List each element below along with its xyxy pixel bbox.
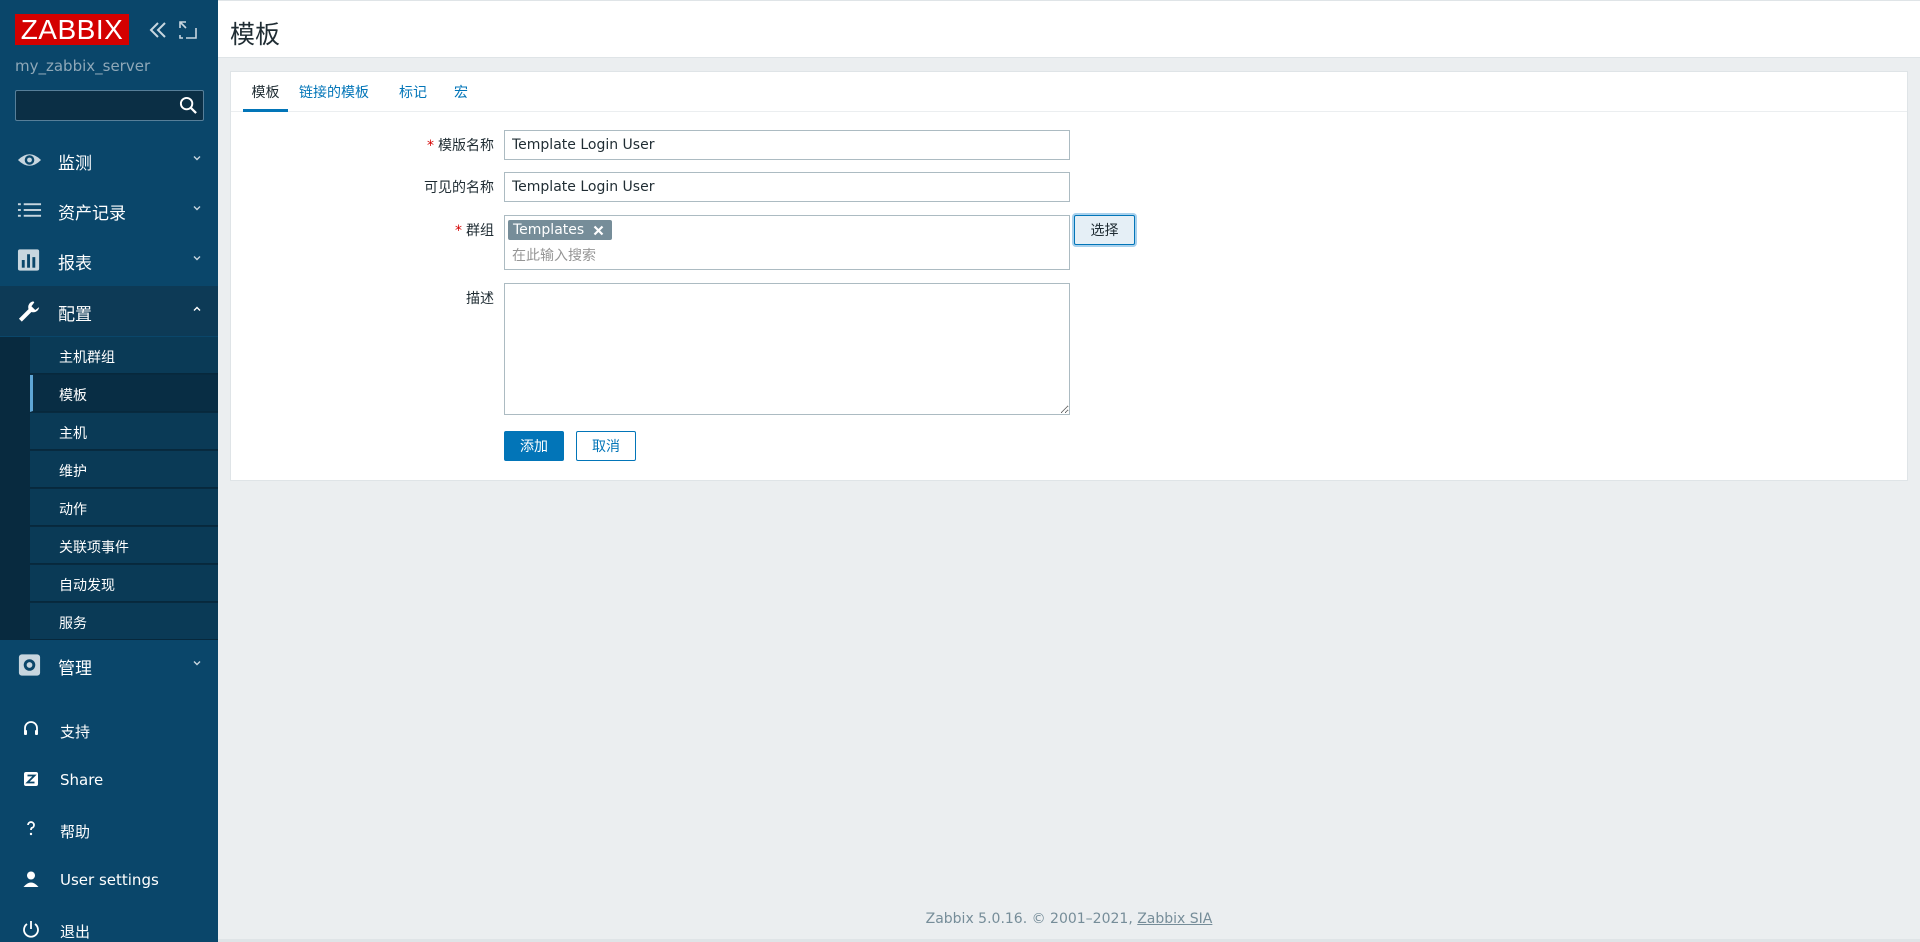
add-button[interactable]: 添加 [504,431,564,461]
menu-item-inventory[interactable]: 资产记录 [0,185,218,235]
sidebar-search[interactable] [15,90,204,121]
configuration-submenu: 主机群组 模板 主机 维护 动作 关联项事件 自动发现 服务 [0,337,218,640]
eye-icon [17,154,42,166]
collapse-sidebar-icon[interactable] [147,19,169,41]
menu-label: 配置 [58,305,92,325]
template-form-card: 模板 链接的模板 标记 宏 *模版名称 可见的名称 *群组 Templates … [230,71,1908,481]
groups-search-placeholder[interactable]: 在此输入搜索 [512,245,596,265]
tab-tags[interactable]: 标记 [399,82,427,112]
submenu-item-templates[interactable]: 模板 [30,375,218,412]
menu-item-administration[interactable]: 管理 [0,640,218,690]
submenu-item-host-groups[interactable]: 主机群组 [30,337,218,374]
menu-label: 监测 [58,154,92,174]
footer-link[interactable]: Zabbix SIA [1137,911,1212,927]
submenu-item-maintenance[interactable]: 维护 [30,451,218,488]
menu-item-support[interactable]: 支持 [0,708,218,752]
required-marker: * [427,138,434,154]
list-icon [17,203,42,217]
wrench-icon [18,301,40,322]
groups-multiselect[interactable]: Templates 在此输入搜索 [504,215,1070,270]
visible-name-label: 可见的名称 [424,180,494,196]
power-icon [23,921,39,938]
gear-icon [18,654,41,676]
menu-item-configuration[interactable]: 配置 [0,286,218,336]
visible-name-input[interactable] [504,172,1070,202]
chevron-down-icon [193,206,201,211]
page-footer: Zabbix 5.0.16. © 2001–2021, Zabbix SIA [218,911,1920,927]
chevron-down-icon [193,256,201,261]
server-name: my_zabbix_server [15,57,151,75]
menu-label: 管理 [58,659,92,679]
menu-item-reports[interactable]: 报表 [0,235,218,285]
tab-template[interactable]: 模板 [243,82,288,112]
page-title: 模板 [230,20,281,49]
required-marker: * [455,223,462,239]
logo-row: ZABBIX [15,14,205,47]
select-groups-button[interactable]: 选择 [1074,215,1135,245]
zabbix-logo[interactable]: ZABBIX [15,14,129,45]
search-input[interactable] [16,91,166,120]
footer-text: Zabbix 5.0.16. © 2001–2021, [925,911,1133,927]
chevron-down-icon [193,156,201,161]
tab-linked-templates[interactable]: 链接的模板 [299,82,369,112]
template-name-label: * 模版名称 [427,138,494,154]
kiosk-mode-icon[interactable] [178,20,198,40]
headset-icon [24,721,38,735]
user-icon [23,871,39,887]
menu-item-help[interactable]: 帮助 [0,808,218,852]
menu-item-monitoring[interactable]: 监测 [0,135,218,185]
help-icon [27,821,35,836]
submenu-item-event-correlation[interactable]: 关联项事件 [30,527,218,564]
menu-item-share[interactable]: Share [0,758,218,802]
cancel-button[interactable]: 取消 [576,431,636,461]
submenu-item-actions[interactable]: 动作 [30,489,218,526]
sidebar: ZABBIX my_zabbix_server 监测 资产记录 报表 配置 主机… [0,0,218,942]
form-tabs: 模板 链接的模板 标记 宏 [231,72,1907,112]
menu-item-user-settings[interactable]: User settings [0,858,218,902]
menu-label: 报表 [58,254,92,274]
template-name-input[interactable] [504,130,1070,160]
bar-chart-icon [17,249,40,271]
submenu-item-services[interactable]: 服务 [30,603,218,640]
close-icon[interactable] [593,225,604,236]
submenu-item-hosts[interactable]: 主机 [30,413,218,450]
chevron-up-icon [193,306,201,311]
share-z-icon [24,772,38,786]
description-label: 描述 [466,291,494,307]
menu-label: 资产记录 [58,204,126,224]
page-header: 模板 [218,0,1920,58]
description-textarea[interactable] [504,283,1070,415]
groups-label: * 群组 [455,223,494,239]
search-icon[interactable] [179,96,198,115]
menu-item-sign-out[interactable]: 退出 [0,908,218,942]
submenu-item-discovery[interactable]: 自动发现 [30,565,218,602]
group-chip: Templates [508,220,613,240]
chevron-down-icon [193,661,201,666]
tab-macros[interactable]: 宏 [454,82,468,112]
